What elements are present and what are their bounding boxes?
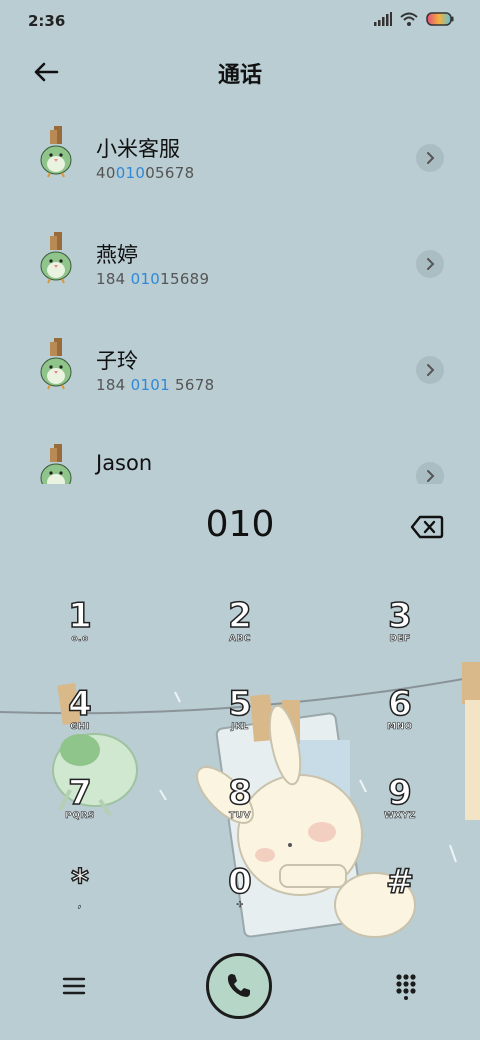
backspace-button[interactable] — [410, 514, 444, 540]
key-9[interactable]: 9 WXYZ — [340, 772, 460, 857]
status-time: 2:36 — [28, 12, 66, 30]
contact-number: 184 0101 5678 — [96, 376, 215, 394]
chevron-right-icon — [427, 152, 435, 164]
key-letters: + — [235, 900, 245, 911]
contact-item[interactable]: Jason — [0, 424, 480, 484]
battery-icon — [426, 12, 454, 26]
chevron-right-icon — [427, 364, 435, 376]
key-letters: GHI — [70, 722, 90, 733]
contact-number: 4001005678 — [96, 164, 195, 182]
contact-item[interactable]: 燕婷 184 01015689 — [0, 212, 480, 318]
key-digit: 2 — [227, 595, 252, 637]
key-letters: JKL — [231, 722, 249, 733]
dial-input-display: 010 — [205, 504, 275, 545]
avatar — [40, 444, 72, 484]
key-7[interactable]: 7 PQRS — [20, 772, 140, 857]
key-5[interactable]: 5 JKL — [180, 683, 300, 768]
key-digit: 6 — [387, 683, 412, 725]
menu-icon — [62, 977, 86, 995]
contact-detail-button[interactable] — [416, 250, 444, 278]
key-digit: 3 — [387, 595, 412, 637]
avatar — [40, 232, 72, 284]
bottom-bar — [0, 948, 480, 1028]
contact-number: 184 01015689 — [96, 270, 210, 288]
key-letters: DEF — [389, 634, 411, 645]
dial-keypad: 1 o.o 2 ABC 3 DEF 4 GHI 5 JKL 6 MNO 7 PQRS 8 TUV… — [0, 590, 480, 950]
key-letters: , — [78, 900, 82, 911]
contact-detail-button[interactable] — [416, 462, 444, 484]
call-button[interactable] — [206, 953, 272, 1019]
key-letters: PQRS — [65, 811, 95, 822]
wifi-icon — [400, 12, 418, 26]
contact-item[interactable]: 小米客服 4001005678 — [0, 106, 480, 212]
key-letters: MNO — [387, 722, 413, 733]
chevron-right-icon — [427, 258, 435, 270]
key-hash[interactable]: # — [340, 861, 460, 946]
avatar — [40, 126, 72, 178]
chevron-right-icon — [427, 470, 435, 482]
page-title: 通话 — [217, 63, 262, 88]
key-digit: 9 — [387, 772, 412, 814]
contact-name: 小米客服 — [96, 137, 180, 161]
dialpad-toggle-button[interactable] — [392, 972, 420, 1000]
status-bar: 2:36 — [0, 0, 480, 44]
contact-detail-button[interactable] — [416, 356, 444, 384]
signal-icon — [374, 12, 392, 26]
key-digit: 8 — [227, 772, 252, 814]
key-8[interactable]: 8 TUV — [180, 772, 300, 857]
key-star[interactable]: *, — [20, 861, 140, 946]
key-digit: 5 — [227, 683, 252, 725]
key-2[interactable]: 2 ABC — [180, 595, 300, 680]
key-digit: 7 — [67, 772, 92, 814]
avatar — [40, 338, 72, 390]
contact-name: 子玲 — [96, 349, 138, 373]
key-letters: TUV — [229, 811, 251, 822]
status-icons — [374, 12, 454, 26]
key-letters: WXYZ — [384, 811, 416, 822]
contact-item[interactable]: 子玲 184 0101 5678 — [0, 318, 480, 424]
key-letters: ABC — [229, 634, 251, 645]
contact-list: 小米客服 4001005678 燕婷 184 01015689 子玲 184 0… — [0, 106, 480, 484]
header: 通话 — [0, 44, 480, 100]
menu-button[interactable] — [60, 972, 88, 1000]
key-0[interactable]: 0 + — [180, 861, 300, 946]
key-digit: * — [70, 861, 89, 903]
phone-icon — [227, 974, 250, 997]
contact-name: 燕婷 — [96, 243, 138, 267]
key-letters: o.o — [71, 634, 89, 645]
contact-detail-button[interactable] — [416, 144, 444, 172]
key-4[interactable]: 4 GHI — [20, 683, 140, 768]
key-digit: 0 — [227, 861, 252, 903]
key-1[interactable]: 1 o.o — [20, 595, 140, 680]
key-digit: 4 — [67, 683, 92, 725]
key-digit: 1 — [67, 595, 92, 637]
key-6[interactable]: 6 MNO — [340, 683, 460, 768]
key-digit: # — [385, 861, 415, 903]
dialpad-icon — [396, 974, 416, 1000]
contact-name: Jason — [96, 451, 153, 475]
key-3[interactable]: 3 DEF — [340, 595, 460, 680]
backspace-icon — [410, 515, 444, 539]
